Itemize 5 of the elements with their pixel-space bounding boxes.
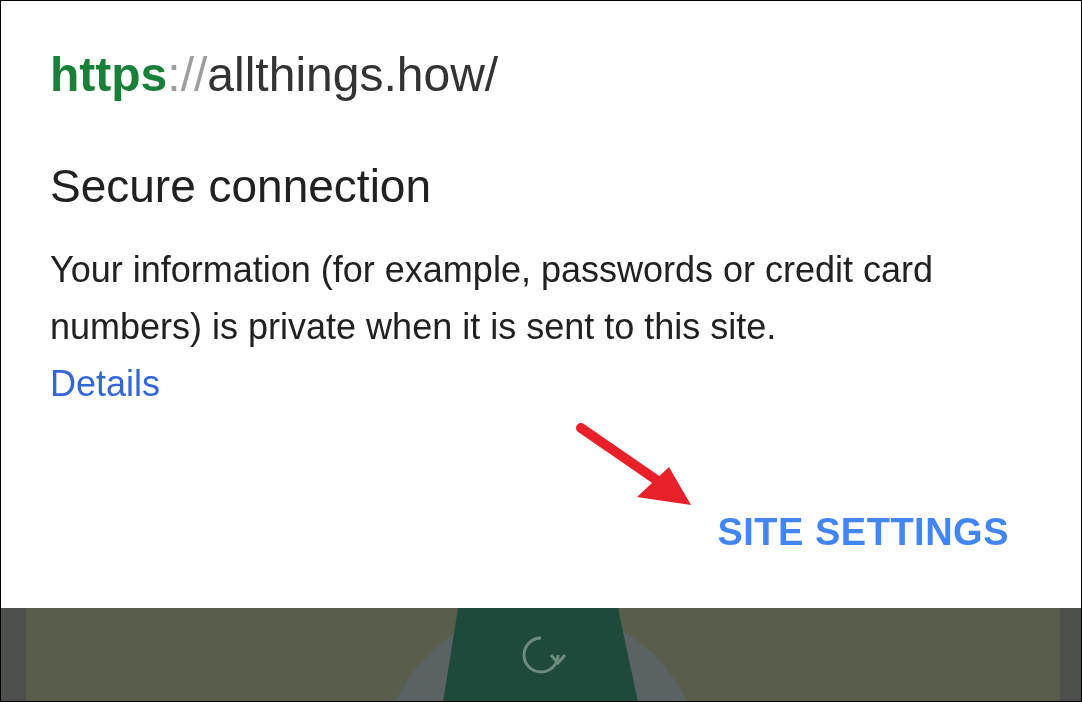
site-url: https://allthings.how/ [50, 47, 500, 103]
connection-description: Your information (for example, passwords or credit card numbers) is private when it is sent to this site. [50, 248, 935, 349]
site-settings-button[interactable]: SITE SETTINGS [717, 510, 1009, 554]
dialog-title: Secure connection [50, 161, 433, 211]
details-link[interactable]: Details [50, 363, 161, 404]
